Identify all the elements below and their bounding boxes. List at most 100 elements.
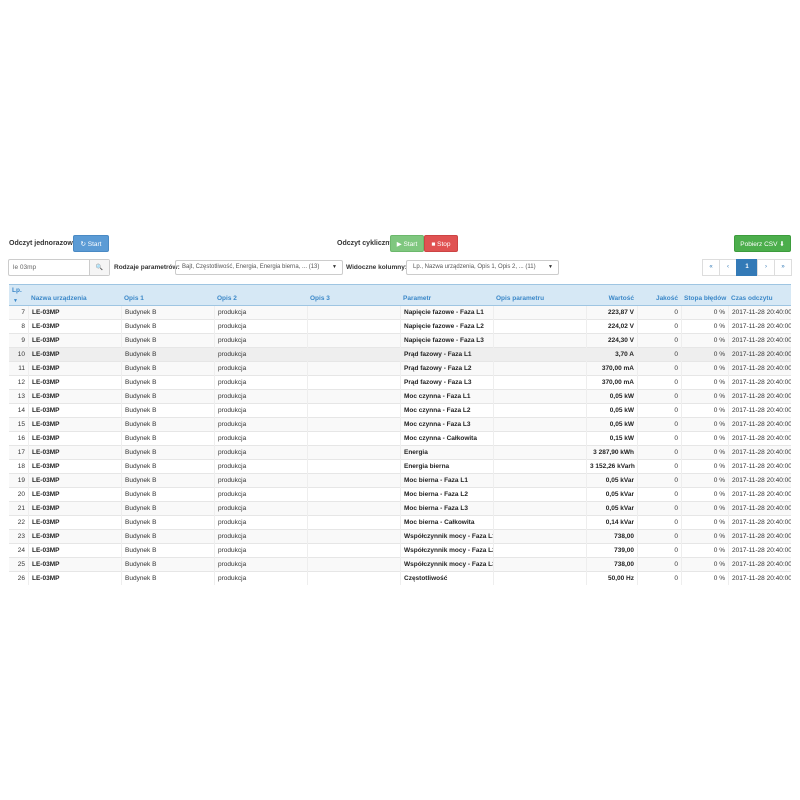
cell-col-quality: 0: [637, 376, 681, 390]
cyclic-start-button[interactable]: ▶ Start: [390, 235, 424, 252]
cell-col-error-rate: 0 %: [681, 558, 728, 572]
cell-col-device-name: LE-03MP: [28, 474, 121, 488]
cell-col-desc3: [307, 404, 400, 418]
cell-col-param-desc: [493, 502, 586, 516]
header-col-parameter[interactable]: Parametr: [400, 285, 493, 306]
cell-col-device-name: LE-03MP: [28, 418, 121, 432]
cell-col-parameter: Moc bierna - Faza L2: [400, 488, 493, 502]
cell-col-error-rate: 0 %: [681, 572, 728, 585]
cell-col-param-desc: [493, 362, 586, 376]
cell-col-value: 738,00: [586, 558, 637, 572]
cell-col-desc1: Budynek B: [121, 460, 214, 474]
cell-col-param-desc: [493, 474, 586, 488]
cell-col-device-name: LE-03MP: [28, 334, 121, 348]
visible-columns-select[interactable]: Lp., Nazwa urządzenia, Opis 1, Opis 2, .…: [406, 260, 559, 275]
header-col-device-name[interactable]: Nazwa urządzenia: [28, 285, 121, 306]
header-col-desc2[interactable]: Opis 2: [214, 285, 307, 306]
cell-col-desc3: [307, 446, 400, 460]
cell-col-quality: 0: [637, 488, 681, 502]
prev-page-button[interactable]: ‹: [719, 259, 737, 276]
cyclic-read-label: Odczyt cykliczny:: [337, 240, 396, 247]
cell-col-value: 0,05 kVar: [586, 474, 637, 488]
cell-col-param-desc: [493, 516, 586, 530]
table-row[interactable]: 25 LE-03MP Budynek Bprodukcja Współczynnik …: [9, 558, 791, 572]
cell-col-desc2: produkcja: [214, 334, 307, 348]
search-icon: 🔍: [95, 265, 104, 271]
page-1-button[interactable]: 1: [736, 259, 758, 276]
single-start-button[interactable]: ↻ Start: [73, 235, 109, 252]
first-page-button[interactable]: «: [702, 259, 720, 276]
cell-col-quality: 0: [637, 362, 681, 376]
cell-col-lp: 26: [17, 575, 25, 582]
cell-col-error-rate: 0 %: [681, 376, 728, 390]
last-page-button[interactable]: »: [774, 259, 792, 276]
table-row[interactable]: 18 LE-03MP Budynek Bprodukcja Energia biern…: [9, 460, 791, 474]
cell-col-quality: 0: [637, 320, 681, 334]
readings-table: Lp. Nazwa urządzenia Opis 1 Opis 2 Opis 3 Par…: [9, 284, 791, 585]
header-col-desc3[interactable]: Opis 3: [307, 285, 400, 306]
table-header: Lp. Nazwa urządzenia Opis 1 Opis 2 Opis 3 Par…: [9, 284, 791, 306]
header-col-param-desc[interactable]: Opis parametru: [493, 285, 586, 306]
cell-col-device-name: LE-03MP: [28, 558, 121, 572]
cell-col-value: 0,05 kW: [586, 390, 637, 404]
cell-col-lp: 11: [18, 365, 25, 372]
cell-col-lp: 15: [17, 421, 25, 428]
cell-col-param-desc: [493, 418, 586, 432]
cell-col-error-rate: 0 %: [681, 306, 728, 320]
cell-col-quality: 0: [637, 530, 681, 544]
cell-col-desc1: Budynek B: [121, 516, 214, 530]
cell-col-desc1: Budynek B: [121, 376, 214, 390]
cell-col-param-desc: [493, 558, 586, 572]
cell-col-device-name: LE-03MP: [28, 404, 121, 418]
cell-col-param-desc: [493, 432, 586, 446]
cell-col-param-desc: [493, 334, 586, 348]
cell-col-device-name: LE-03MP: [28, 572, 121, 585]
table-row[interactable]: 16 LE-03MP Budynek Bprodukcja Moc czynna - …: [9, 432, 791, 446]
table-row[interactable]: 21 LE-03MP Budynek Bprodukcja Moc bierna - …: [9, 502, 791, 516]
header-col-lp[interactable]: Lp.: [9, 285, 28, 306]
cell-col-value: 0,05 kW: [586, 404, 637, 418]
table-row[interactable]: 11 LE-03MP Budynek Bprodukcja Prąd fazowy -…: [9, 362, 791, 376]
cell-col-read-time: 2017-11-28 20:40:00: [728, 390, 791, 404]
cell-col-desc1: Budynek B: [121, 474, 214, 488]
table-row[interactable]: 17 LE-03MP Budynek Bprodukcja Energia 3 287,…: [9, 446, 791, 460]
cell-col-value: 370,00 mA: [586, 376, 637, 390]
table-row[interactable]: 22 LE-03MP Budynek Bprodukcja Moc bierna - …: [9, 516, 791, 530]
param-types-select[interactable]: Bajt, Częstotliwość, Energia, Energia bi…: [175, 260, 343, 275]
table-row[interactable]: 9 LE-03MP Budynek Bprodukcja Napięcie fazow…: [9, 334, 791, 348]
cell-col-device-name: LE-03MP: [28, 348, 121, 362]
table-row[interactable]: 23 LE-03MP Budynek Bprodukcja Współczynnik …: [9, 530, 791, 544]
search-input[interactable]: le 03mp: [9, 260, 89, 275]
header-col-error-rate[interactable]: Stopa błędów: [681, 285, 728, 306]
cell-col-desc3: [307, 320, 400, 334]
cell-col-desc2: produkcja: [214, 572, 307, 585]
header-col-read-time[interactable]: Czas odczytu: [728, 285, 791, 306]
cell-col-quality: 0: [637, 418, 681, 432]
table-row[interactable]: 7 LE-03MP Budynek Bprodukcja Napięcie fazow…: [9, 306, 791, 320]
cell-col-read-time: 2017-11-28 20:40:00: [728, 502, 791, 516]
table-row[interactable]: 13 LE-03MP Budynek Bprodukcja Moc czynna - …: [9, 390, 791, 404]
table-row[interactable]: 24 LE-03MP Budynek Bprodukcja Współczynnik …: [9, 544, 791, 558]
table-row[interactable]: 14 LE-03MP Budynek Bprodukcja Moc czynna - …: [9, 404, 791, 418]
cell-col-desc1: Budynek B: [121, 446, 214, 460]
table-row[interactable]: 12 LE-03MP Budynek Bprodukcja Prąd fazowy -…: [9, 376, 791, 390]
cell-col-desc1: Budynek B: [121, 572, 214, 585]
cyclic-stop-button[interactable]: ■ Stop: [424, 235, 458, 252]
table-row[interactable]: 15 LE-03MP Budynek Bprodukcja Moc czynna - …: [9, 418, 791, 432]
cell-col-error-rate: 0 %: [681, 404, 728, 418]
search-button[interactable]: 🔍: [89, 260, 109, 275]
table-row[interactable]: 10 LE-03MP Budynek Bprodukcja Prąd fazowy -…: [9, 348, 791, 362]
table-row[interactable]: 26 LE-03MP Budynek Bprodukcja Częstotliwość…: [9, 572, 791, 585]
cell-col-read-time: 2017-11-28 20:40:00: [728, 376, 791, 390]
header-col-desc1[interactable]: Opis 1: [121, 285, 214, 306]
download-csv-button[interactable]: Pobierz CSV ⬇: [734, 235, 791, 252]
table-row[interactable]: 20 LE-03MP Budynek Bprodukcja Moc bierna - …: [9, 488, 791, 502]
cell-col-read-time: 2017-11-28 20:40:00: [728, 558, 791, 572]
next-page-button[interactable]: ›: [757, 259, 775, 276]
table-row[interactable]: 19 LE-03MP Budynek Bprodukcja Moc bierna - …: [9, 474, 791, 488]
table-row[interactable]: 8 LE-03MP Budynek Bprodukcja Napięcie fazow…: [9, 320, 791, 334]
header-col-value[interactable]: Wartość: [586, 285, 637, 306]
cell-col-desc2: produkcja: [214, 404, 307, 418]
header-col-quality[interactable]: Jakość: [637, 285, 681, 306]
cell-col-lp: 19: [17, 477, 25, 484]
